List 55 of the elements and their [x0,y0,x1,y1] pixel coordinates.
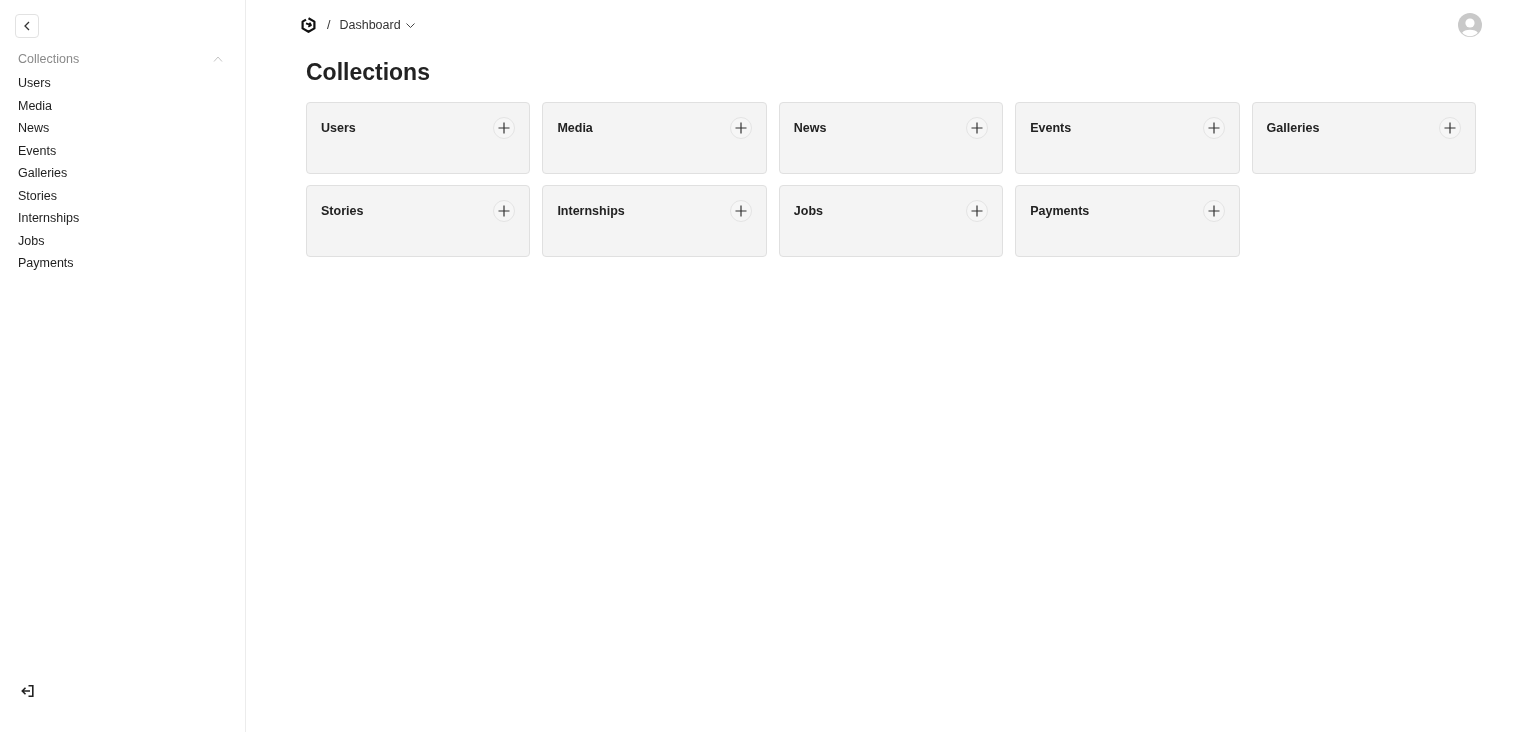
nav-item[interactable]: News [18,117,50,140]
collection-card[interactable]: Stories [306,185,531,257]
breadcrumb-separator: / [327,18,331,32]
plus-icon [971,205,984,217]
collection-card[interactable]: Users [306,102,531,174]
nav-item[interactable]: Internships [18,207,80,230]
add-button[interactable] [1202,200,1225,222]
logo-icon[interactable] [301,17,316,33]
plus-icon [1207,205,1220,217]
add-button[interactable] [966,200,989,222]
plus-icon [1207,122,1220,134]
nav-item[interactable]: Jobs [18,229,45,252]
plus-icon [734,205,747,217]
card-title: Stories [321,203,364,220]
section-toggle[interactable]: Collections [18,49,227,69]
plus-icon [498,122,511,134]
collection-card[interactable]: Payments [1015,185,1240,257]
card-title: Galleries [1266,120,1320,137]
card-title: Media [557,120,593,137]
collection-card[interactable]: Events [1015,102,1240,174]
card-title: Events [1030,120,1072,137]
add-button[interactable] [493,117,516,139]
collection-card[interactable]: Media [542,102,767,174]
chevron-up-icon [213,56,223,62]
plus-icon [498,205,511,217]
card-title: Internships [557,203,625,220]
add-button[interactable] [729,200,752,222]
nav-item[interactable]: Users [18,72,51,95]
card-title: Jobs [793,203,823,220]
page-title: Collections [306,58,431,87]
logout-icon[interactable] [21,685,34,697]
add-button[interactable] [729,117,752,139]
card-title: Users [321,120,356,137]
add-button[interactable] [1202,117,1225,139]
card-title: Payments [1030,203,1090,220]
plus-icon [734,122,747,134]
plus-icon [1444,122,1456,134]
collection-card[interactable]: Jobs [778,185,1004,257]
add-button[interactable] [493,200,516,222]
collection-card[interactable]: Galleries [1251,102,1476,174]
plus-icon [971,122,984,134]
add-button[interactable] [966,117,989,139]
nav-item[interactable]: Events [18,139,57,162]
collection-card[interactable]: News [778,102,1004,174]
collapse-button[interactable] [15,14,39,38]
nav-item[interactable]: Galleries [18,162,68,185]
collection-card[interactable]: Internships [542,185,767,257]
card-title: News [793,120,827,137]
nav-item[interactable]: Stories [18,184,57,207]
chevron-left-icon [23,21,31,31]
add-button[interactable] [1439,117,1461,139]
nav-item[interactable]: Payments [18,252,74,275]
dashboard-dropdown[interactable]: Dashboard [339,18,415,32]
caret-icon [405,22,415,28]
nav-item[interactable]: Media [18,94,53,117]
